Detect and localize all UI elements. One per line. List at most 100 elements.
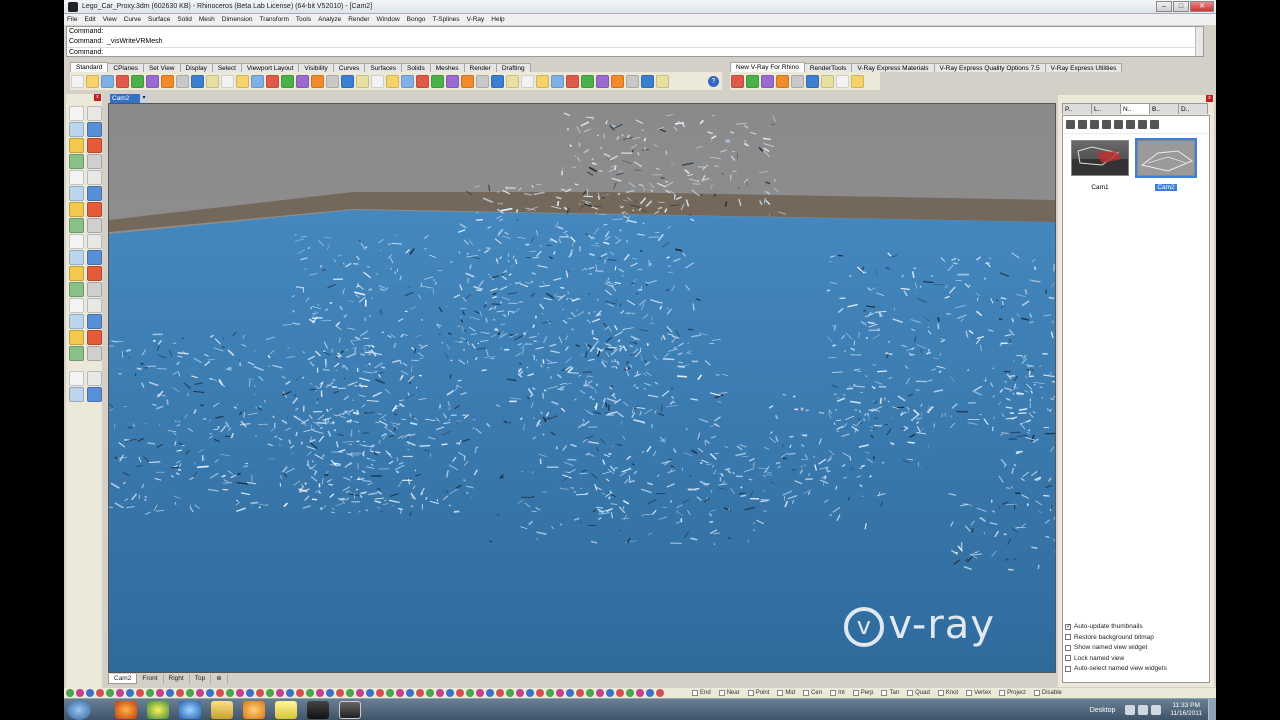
status-icon[interactable] bbox=[66, 689, 74, 697]
tab-set-view[interactable]: Set View bbox=[142, 63, 181, 72]
tab-render[interactable]: Render bbox=[463, 63, 497, 72]
status-icon[interactable] bbox=[266, 689, 274, 697]
tool-icon[interactable] bbox=[69, 266, 84, 281]
snap-cen[interactable]: Cen bbox=[803, 690, 822, 696]
status-icon[interactable] bbox=[196, 689, 204, 697]
status-icon[interactable] bbox=[516, 689, 524, 697]
snap-end[interactable]: End bbox=[692, 690, 711, 696]
minimize-button[interactable]: – bbox=[1156, 1, 1172, 12]
toolbar-icon[interactable] bbox=[731, 74, 744, 88]
toolbar-icon[interactable] bbox=[101, 74, 114, 88]
toolbar-icon[interactable] bbox=[371, 74, 384, 88]
tab-cplanes[interactable]: CPlanes bbox=[107, 63, 144, 72]
delete-view-icon[interactable] bbox=[1090, 120, 1099, 129]
snap-tan[interactable]: Tan bbox=[881, 690, 899, 696]
status-icon[interactable] bbox=[646, 689, 654, 697]
tab-visibility[interactable]: Visibility bbox=[298, 63, 334, 72]
tool-icon[interactable] bbox=[87, 122, 102, 137]
tool-icon[interactable] bbox=[69, 106, 84, 121]
checkbox[interactable] bbox=[718, 690, 725, 696]
toolbar-icon[interactable] bbox=[386, 74, 399, 88]
toolbar-icon[interactable] bbox=[116, 74, 129, 88]
snap-perp[interactable]: Perp bbox=[852, 690, 873, 696]
checkbox[interactable] bbox=[1033, 690, 1040, 696]
tool-icon[interactable] bbox=[87, 298, 102, 313]
snap-vertex[interactable]: Vertex bbox=[966, 690, 991, 696]
tool-icon[interactable] bbox=[69, 371, 84, 386]
toolbar-icon[interactable] bbox=[551, 74, 564, 88]
toolbar-icon[interactable] bbox=[521, 74, 534, 88]
toolbar-icon[interactable] bbox=[566, 74, 579, 88]
status-icon[interactable] bbox=[126, 689, 134, 697]
snap-disable[interactable]: Disable bbox=[1033, 690, 1062, 696]
checkbox[interactable] bbox=[803, 690, 810, 696]
tool-icon[interactable] bbox=[87, 170, 102, 185]
checkbox[interactable] bbox=[747, 690, 754, 696]
status-icon[interactable] bbox=[86, 689, 94, 697]
help-icon[interactable] bbox=[1150, 120, 1159, 129]
status-icon[interactable] bbox=[386, 689, 394, 697]
status-icon[interactable] bbox=[156, 689, 164, 697]
status-icon[interactable] bbox=[496, 689, 504, 697]
toolbar-icon[interactable] bbox=[356, 74, 369, 88]
status-icon[interactable] bbox=[166, 689, 174, 697]
tool-icon[interactable] bbox=[69, 250, 84, 265]
tool-icon[interactable] bbox=[69, 122, 84, 137]
status-icon[interactable] bbox=[426, 689, 434, 697]
tool-icon[interactable] bbox=[87, 371, 102, 386]
tool-icon[interactable] bbox=[87, 330, 102, 345]
tool-icon[interactable] bbox=[87, 387, 102, 402]
status-icon[interactable] bbox=[106, 689, 114, 697]
menu-tsplines[interactable]: T-Splines bbox=[432, 16, 459, 23]
menu-edit[interactable]: Edit bbox=[84, 16, 95, 23]
toolbar-icon[interactable] bbox=[266, 74, 279, 88]
status-icon[interactable] bbox=[346, 689, 354, 697]
menu-bongo[interactable]: Bongo bbox=[407, 16, 426, 23]
tab-top[interactable]: Top bbox=[190, 674, 212, 684]
tool-icon[interactable] bbox=[69, 387, 84, 402]
toolbar-icon[interactable] bbox=[146, 74, 159, 88]
tool-icon[interactable] bbox=[69, 154, 84, 169]
tab-standard[interactable]: Standard bbox=[70, 62, 109, 72]
snap-int[interactable]: Int bbox=[830, 690, 845, 696]
toolbar-icon[interactable] bbox=[296, 74, 309, 88]
toolbar-icon[interactable] bbox=[851, 74, 864, 88]
maximize-button[interactable]: □ bbox=[1173, 1, 1189, 12]
edit-view-icon[interactable] bbox=[1078, 120, 1087, 129]
toolbar-icon[interactable] bbox=[311, 74, 324, 88]
status-icon[interactable] bbox=[366, 689, 374, 697]
toolbar-icon[interactable] bbox=[626, 74, 639, 88]
add-viewport-tab-icon[interactable]: ⊕ bbox=[211, 674, 228, 684]
tool-icon[interactable] bbox=[69, 218, 84, 233]
status-icon[interactable] bbox=[476, 689, 484, 697]
status-icon[interactable] bbox=[96, 689, 104, 697]
checkbox[interactable] bbox=[692, 690, 698, 696]
network-icon[interactable] bbox=[1138, 705, 1149, 715]
camtasia-icon[interactable] bbox=[307, 700, 329, 719]
tool-icon[interactable] bbox=[87, 106, 102, 121]
tool-icon[interactable] bbox=[87, 218, 102, 233]
toolbar-icon[interactable] bbox=[836, 74, 849, 88]
toolbar-icon[interactable] bbox=[191, 74, 204, 88]
status-icon[interactable] bbox=[396, 689, 404, 697]
status-icon[interactable] bbox=[236, 689, 244, 697]
toolbar-icon[interactable] bbox=[821, 74, 834, 88]
status-icon[interactable] bbox=[336, 689, 344, 697]
chrome-icon[interactable] bbox=[147, 700, 169, 719]
camera-icon[interactable] bbox=[1114, 120, 1123, 129]
snap-point[interactable]: Point bbox=[747, 690, 769, 696]
tool-icon[interactable] bbox=[87, 154, 102, 169]
toolbar-icon[interactable] bbox=[416, 74, 429, 88]
status-icon[interactable] bbox=[206, 689, 214, 697]
tab-solids[interactable]: Solids bbox=[401, 63, 431, 72]
status-icon[interactable] bbox=[186, 689, 194, 697]
status-icon[interactable] bbox=[456, 689, 464, 697]
menu-dimension[interactable]: Dimension bbox=[222, 16, 253, 23]
palette-close-icon[interactable]: x bbox=[94, 94, 101, 101]
status-icon[interactable] bbox=[406, 689, 414, 697]
checkbox[interactable] bbox=[881, 690, 888, 696]
toolbar-icon[interactable] bbox=[281, 74, 294, 88]
start-button[interactable] bbox=[67, 699, 91, 720]
tool-icon[interactable] bbox=[87, 346, 102, 361]
tool-icon[interactable] bbox=[87, 282, 102, 297]
